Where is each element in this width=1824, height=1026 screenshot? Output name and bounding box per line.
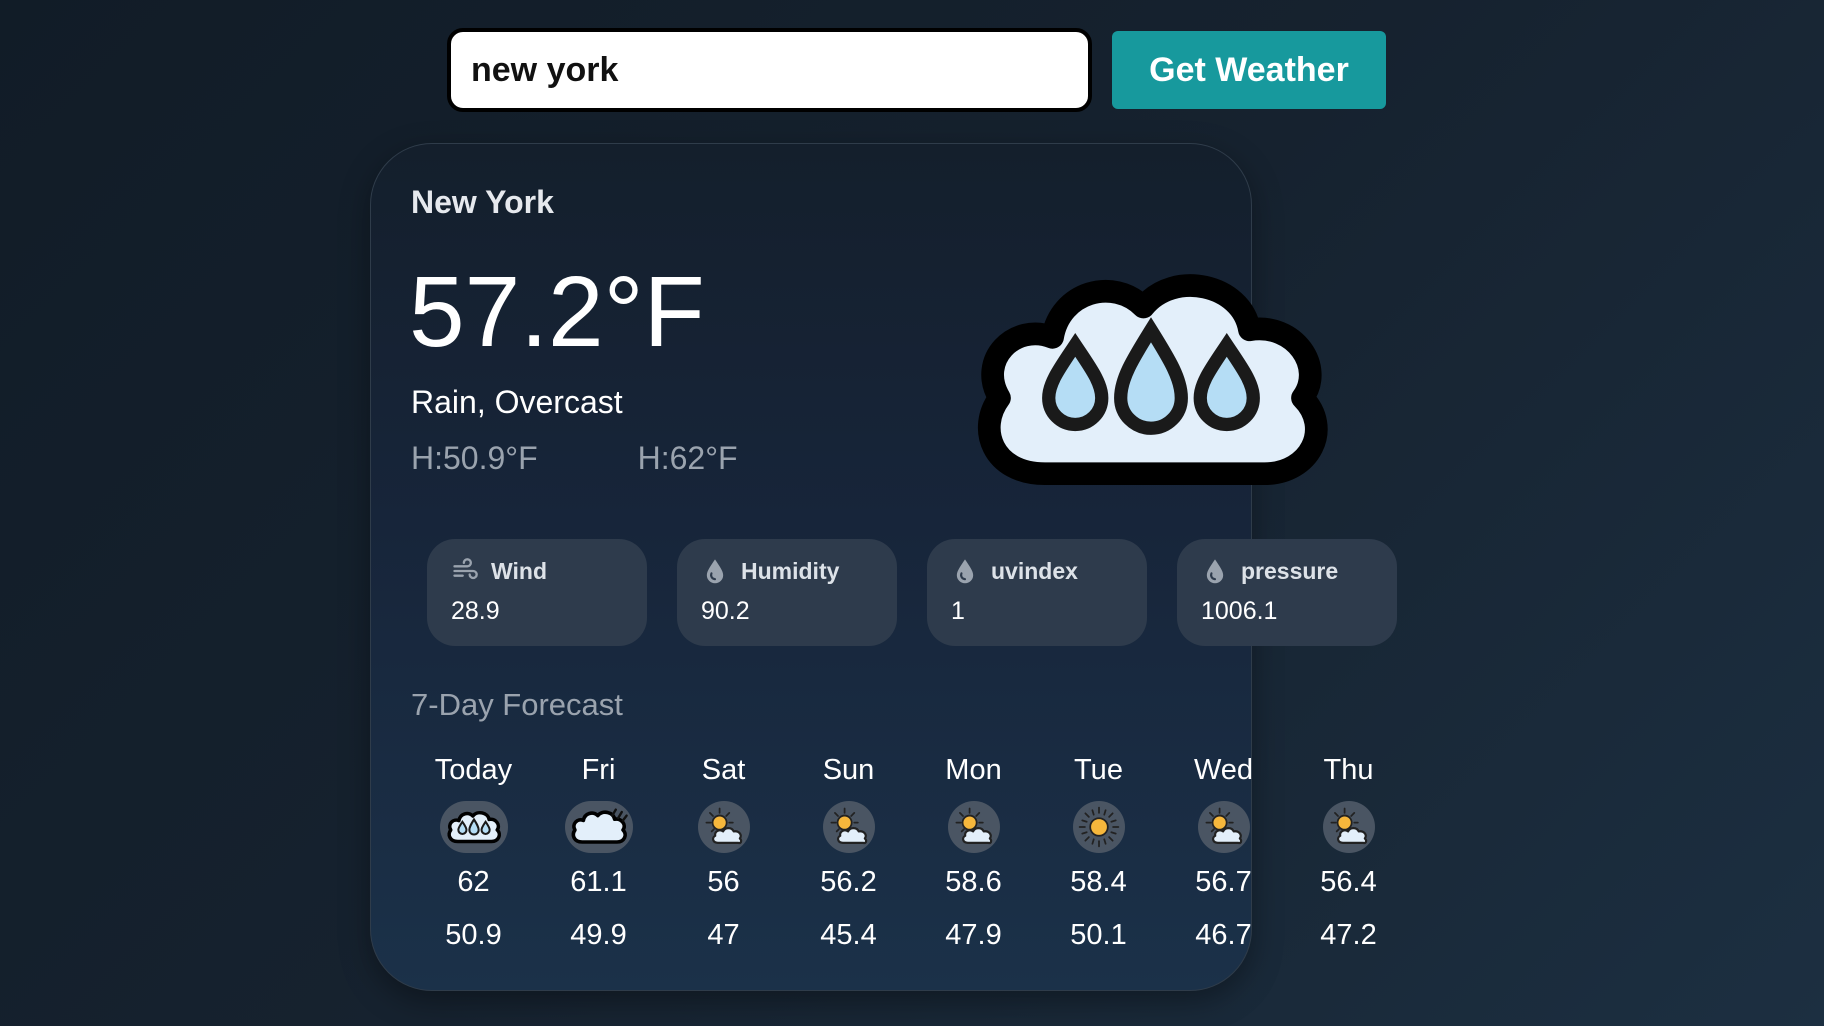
get-weather-button[interactable]: Get Weather — [1112, 31, 1386, 109]
current-condition: Rain, Overcast — [411, 384, 623, 420]
day-high: 56.4 — [1320, 866, 1377, 898]
stat-card-uvindex: uvindex 1 — [927, 539, 1147, 646]
day-low: 45.4 — [820, 919, 877, 951]
stat-value: 28.9 — [451, 597, 500, 625]
stat-value: 1006.1 — [1201, 597, 1278, 625]
day-name: Wed — [1193, 754, 1254, 786]
stat-card-wind: Wind 28.9 — [427, 539, 647, 646]
forecast-title: 7-Day Forecast — [411, 687, 623, 722]
partly-cloudy-icon — [827, 805, 871, 849]
day-high: 56.2 — [820, 866, 877, 898]
current-temperature: 57.2°F — [409, 256, 705, 368]
day-high: 62 — [457, 866, 490, 898]
partly-cloudy-icon — [1327, 805, 1371, 849]
day-low: 47.2 — [1320, 919, 1377, 951]
stat-value: 90.2 — [701, 597, 750, 625]
forecast-day: Thu 56.4 47.2 — [1286, 754, 1411, 952]
stat-card-pressure: pressure 1006.1 — [1177, 539, 1397, 646]
forecast-day: Mon 58.6 47.9 — [911, 754, 1036, 952]
high-low: H:50.9°F H:62°F — [411, 440, 738, 477]
day-low: 49.9 — [570, 919, 627, 951]
forecast-day: Sun 56.2 45.4 — [786, 754, 911, 952]
day-name: Today — [434, 754, 513, 786]
droplet-icon — [701, 557, 729, 585]
partly-cloudy-icon — [1202, 805, 1246, 849]
search-bar: Get Weather — [447, 28, 1386, 112]
day-high: 58.6 — [945, 866, 1002, 898]
stats-row: Wind 28.9 Humidity 90.2 uvindex 1 pressu… — [427, 539, 1397, 646]
stat-card-humidity: Humidity 90.2 — [677, 539, 897, 646]
cloud-drizzle-icon — [569, 806, 629, 848]
day-low: 47.9 — [945, 919, 1002, 951]
low-temperature: H:50.9°F — [411, 440, 538, 476]
sun-icon — [1077, 805, 1121, 849]
day-name: Thu — [1323, 754, 1374, 786]
droplet-icon — [1201, 557, 1229, 585]
partly-cloudy-icon — [952, 805, 996, 849]
day-name: Tue — [1074, 754, 1123, 786]
wind-icon — [451, 557, 479, 585]
day-name: Fri — [581, 754, 616, 786]
rain-cloud-icon — [961, 254, 1341, 504]
forecast-day: Wed 56.7 46.7 — [1161, 754, 1286, 952]
day-name: Sun — [822, 754, 875, 786]
day-high: 56 — [707, 866, 740, 898]
day-high: 56.7 — [1195, 866, 1252, 898]
forecast-row: Today 62 50.9 Fri 61.1 49.9 Sat 56 47 Su… — [411, 754, 1411, 952]
city-search-input[interactable] — [447, 28, 1092, 112]
forecast-day: Today 62 50.9 — [411, 754, 536, 952]
droplet-icon — [951, 557, 979, 585]
day-low: 50.1 — [1070, 919, 1127, 951]
day-low: 50.9 — [445, 919, 502, 951]
high-temperature: H:62°F — [637, 440, 738, 476]
partly-cloudy-icon — [702, 805, 746, 849]
day-high: 61.1 — [570, 866, 627, 898]
stat-label: uvindex — [991, 557, 1078, 584]
day-low: 47 — [707, 919, 740, 951]
stat-label: Humidity — [741, 557, 840, 584]
forecast-day: Fri 61.1 49.9 — [536, 754, 661, 952]
day-name: Mon — [945, 754, 1002, 786]
city-name: New York — [411, 184, 554, 220]
weather-card: New York 57.2°F Rain, Overcast H:50.9°F … — [370, 143, 1397, 991]
forecast-day: Tue 58.4 50.1 — [1036, 754, 1161, 952]
day-low: 46.7 — [1195, 919, 1252, 951]
forecast-day: Sat 56 47 — [661, 754, 786, 952]
stat-label: Wind — [491, 557, 547, 584]
rain-cloud-icon — [445, 807, 503, 847]
stat-value: 1 — [951, 597, 965, 625]
day-high: 58.4 — [1070, 866, 1127, 898]
stat-label: pressure — [1241, 557, 1339, 584]
day-name: Sat — [701, 754, 746, 786]
